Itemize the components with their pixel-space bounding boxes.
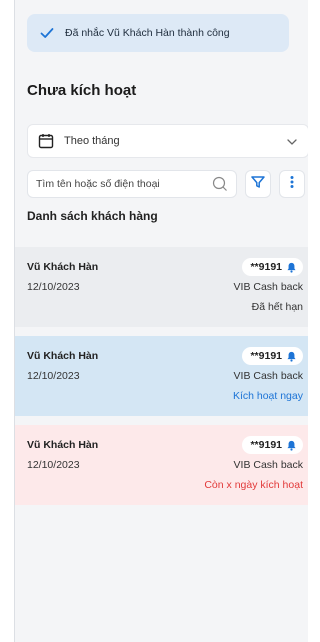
customer-product: VIB Cash back [233, 281, 303, 293]
success-toast: Đã nhắc Vũ Khách Hàn thành công [27, 14, 289, 52]
customer-status: Đã hết hạn [251, 301, 303, 313]
customer-name: Vũ Khách Hàn [27, 439, 99, 451]
customer-card[interactable]: Vũ Khách Hàn **9191 12/10/2023 VIB Cash … [15, 336, 308, 416]
bell-icon [286, 262, 297, 273]
bell-icon [286, 351, 297, 362]
masked-number-badge[interactable]: **9191 [242, 436, 303, 454]
filter-icon [250, 174, 266, 195]
customer-name: Vũ Khách Hàn [27, 261, 99, 273]
more-options-button[interactable] [279, 170, 305, 198]
check-icon [39, 25, 55, 41]
masked-number-badge[interactable]: **9191 [242, 347, 303, 365]
customer-card[interactable]: Vũ Khách Hàn **9191 12/10/2023 VIB Cash … [15, 247, 308, 327]
customer-date: 12/10/2023 [27, 370, 80, 382]
masked-number: **9191 [250, 350, 282, 362]
period-select-value: Theo tháng [64, 135, 120, 147]
period-select[interactable]: Theo tháng [27, 124, 308, 158]
activate-now-link[interactable]: Kích hoạt ngay [233, 390, 303, 402]
bell-icon [286, 440, 297, 451]
search-icon[interactable] [212, 176, 228, 192]
customer-date: 12/10/2023 [27, 459, 80, 471]
more-vertical-icon [285, 174, 299, 195]
customer-card[interactable]: Vũ Khách Hàn **9191 12/10/2023 VIB Cash … [15, 425, 308, 505]
search-input[interactable] [36, 178, 212, 190]
customer-product: VIB Cash back [233, 459, 303, 471]
customer-status: Còn x ngày kích hoạt [204, 479, 303, 491]
toast-message: Đã nhắc Vũ Khách Hàn thành công [65, 27, 230, 39]
customer-date: 12/10/2023 [27, 281, 80, 293]
search-box [27, 170, 237, 198]
filter-button[interactable] [245, 170, 271, 198]
masked-number: **9191 [250, 261, 282, 273]
chevron-down-icon [286, 135, 298, 147]
customer-list-title: Danh sách khách hàng [27, 209, 158, 223]
masked-number-badge[interactable]: **9191 [242, 258, 303, 276]
screen: Đã nhắc Vũ Khách Hàn thành công Chưa kíc… [14, 0, 308, 642]
customer-name: Vũ Khách Hàn [27, 350, 99, 362]
customer-product: VIB Cash back [233, 370, 303, 382]
masked-number: **9191 [250, 439, 282, 451]
calendar-icon [38, 133, 54, 149]
page-title: Chưa kích hoạt [27, 82, 137, 99]
